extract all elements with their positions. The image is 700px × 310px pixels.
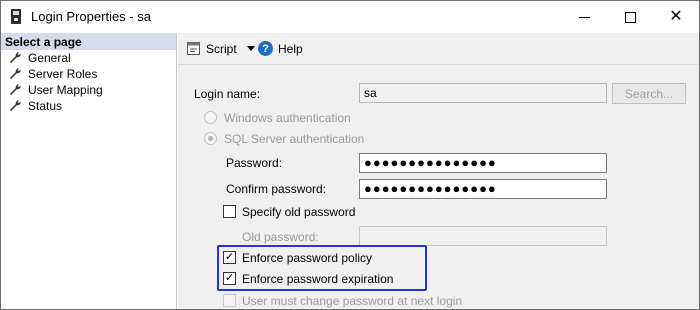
highlight-box	[217, 245, 427, 291]
sidebar-item-label: Status	[28, 99, 63, 113]
sidebar-item-user-mapping[interactable]: User Mapping	[1, 82, 176, 98]
windows-auth-radio[interactable]	[204, 111, 217, 124]
script-label: Script	[206, 41, 237, 56]
script-icon	[187, 42, 200, 55]
title-bar: Login Properties - sa ✕	[1, 1, 699, 33]
wrench-icon	[10, 84, 21, 95]
confirm-password-field[interactable]: ●●●●●●●●●●●●●●●	[359, 179, 607, 199]
specify-old-password-label: Specify old password	[242, 205, 356, 219]
sql-auth-label: SQL Server authentication	[224, 132, 365, 146]
search-button[interactable]: Search...	[612, 83, 686, 104]
close-icon: ✕	[669, 8, 683, 25]
old-password-label: Old password:	[242, 230, 319, 244]
help-label: Help	[278, 41, 303, 56]
sidebar-item-label: General	[28, 51, 71, 65]
login-properties-window: Login Properties - sa ✕ Select a page Ge…	[0, 0, 700, 310]
must-change-password-checkbox[interactable]	[223, 294, 236, 307]
sidebar-item-label: Server Roles	[28, 67, 98, 81]
server-icon	[11, 9, 21, 24]
login-name-field[interactable]: sa	[359, 83, 607, 103]
wrench-icon	[10, 52, 21, 63]
sidebar-item-general[interactable]: General	[1, 50, 176, 66]
window-title: Login Properties - sa	[31, 9, 151, 24]
toolbar: Script ? Help	[178, 33, 699, 65]
password-label: Password:	[226, 156, 283, 170]
maximize-icon	[624, 11, 636, 23]
script-button[interactable]: Script	[186, 41, 255, 56]
must-change-password-label: User must change password at next login	[242, 294, 463, 308]
confirm-password-label: Confirm password:	[226, 182, 327, 196]
sql-auth-radio[interactable]	[204, 132, 217, 145]
wrench-icon	[10, 68, 21, 79]
specify-old-password-checkbox[interactable]	[223, 205, 236, 218]
old-password-field[interactable]	[359, 226, 607, 246]
wrench-icon	[10, 100, 21, 111]
sidebar-item-status[interactable]: Status	[1, 98, 176, 114]
minimize-icon	[578, 16, 590, 18]
sidebar-header: Select a page	[1, 33, 176, 50]
windows-auth-label: Windows authentication	[224, 111, 351, 125]
password-field[interactable]: ●●●●●●●●●●●●●●●	[359, 153, 607, 173]
sidebar-item-label: User Mapping	[28, 83, 103, 97]
chevron-down-icon[interactable]	[246, 46, 255, 51]
login-name-label: Login name:	[194, 87, 261, 101]
help-icon: ?	[258, 41, 273, 56]
sidebar-item-server-roles[interactable]: Server Roles	[1, 66, 176, 82]
page-selector-sidebar: Select a page General Server Roles User …	[1, 33, 177, 309]
maximize-button[interactable]	[607, 1, 653, 33]
help-button[interactable]: ? Help	[258, 41, 303, 56]
close-button[interactable]: ✕	[653, 1, 699, 33]
minimize-button[interactable]	[561, 1, 607, 33]
